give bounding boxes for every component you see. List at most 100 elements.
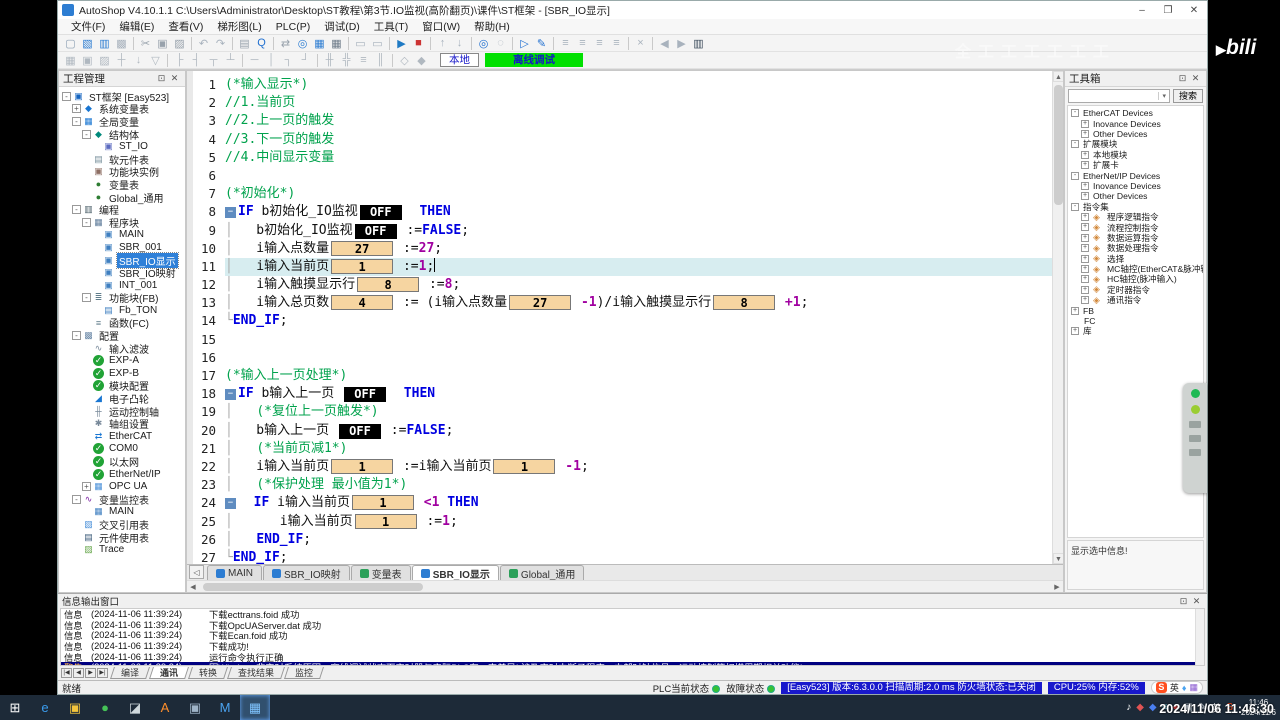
- monitor-value-box[interactable]: 1: [351, 495, 414, 511]
- toolbox-tree-item[interactable]: + ◈ 通讯指令: [1068, 295, 1203, 305]
- mic-icon[interactable]: ♦: [1182, 683, 1187, 693]
- output-tab-查找结果[interactable]: 查找结果: [227, 667, 286, 679]
- scrollbar-thumb[interactable]: [1054, 85, 1063, 205]
- editor-tab-SBR_IO显示[interactable]: SBR_IO显示: [411, 565, 499, 581]
- project-tree-item[interactable]: ∿ 输入滤波: [59, 342, 185, 356]
- monitor-value-box[interactable]: 4: [331, 295, 394, 311]
- toolbar-icon[interactable]: Q: [253, 36, 270, 51]
- menu-item-l[interactable]: 梯形图(L): [210, 19, 268, 34]
- toolbar-icon[interactable]: ↷: [212, 36, 229, 51]
- project-tree-item[interactable]: ▤ 元件使用表: [59, 531, 185, 545]
- toolbox-tree-item[interactable]: + 库: [1068, 326, 1203, 336]
- toolbar-icon[interactable]: ▦: [62, 53, 79, 68]
- monitor-value-box[interactable]: 8: [357, 277, 420, 293]
- monitor-value-box[interactable]: 1: [331, 458, 394, 474]
- expand-icon[interactable]: +: [1081, 213, 1089, 222]
- scroll-left-icon[interactable]: ◀: [187, 583, 199, 591]
- toolbar-icon[interactable]: ◎: [294, 36, 311, 51]
- toolbar-icon[interactable]: ▦: [311, 36, 328, 51]
- toolbar-icon[interactable]: ◌: [492, 36, 509, 51]
- tray-icon[interactable]: ◆: [1136, 702, 1144, 713]
- editor-tab-Global_通用[interactable]: Global_通用: [499, 565, 585, 581]
- expand-icon[interactable]: +: [1081, 181, 1089, 190]
- menu-item-d[interactable]: 调试(D): [317, 19, 367, 34]
- project-tree-item[interactable]: ✓ 以太网: [59, 455, 185, 469]
- widget-button[interactable]: [1189, 421, 1201, 428]
- collapse-icon[interactable]: -: [1071, 109, 1079, 118]
- code-line[interactable]: 3 //2.上一页的触发: [193, 112, 1052, 130]
- widget-button[interactable]: [1189, 435, 1201, 442]
- project-tree-item[interactable]: - ≣ 功能块(FB): [59, 292, 185, 305]
- toolbar-icon[interactable]: ╫: [321, 53, 338, 68]
- toolbar-icon[interactable]: ▭: [369, 36, 386, 51]
- toolbar-icon[interactable]: ▨: [96, 53, 113, 68]
- toolbar-icon[interactable]: ┬: [205, 53, 222, 68]
- expand-icon[interactable]: +: [1081, 275, 1089, 284]
- toolbar-icon[interactable]: ≡: [591, 36, 608, 51]
- project-tree-item[interactable]: - ▦ 程序块: [59, 216, 185, 230]
- toolbar-icon[interactable]: ✂: [137, 36, 154, 51]
- menu-item-t[interactable]: 工具(T): [367, 19, 415, 34]
- toolbar-icon[interactable]: ×: [632, 36, 649, 51]
- scroll-down-icon[interactable]: ▼: [1053, 553, 1063, 564]
- toolbar-icon[interactable]: ■: [410, 36, 427, 51]
- toolbar-icon[interactable]: ⇄: [277, 36, 294, 51]
- project-tree-item[interactable]: ≡ 函数(FC): [59, 317, 185, 331]
- collapse-icon[interactable]: -: [1071, 202, 1079, 211]
- code-line[interactable]: 16: [193, 349, 1052, 367]
- collapse-icon[interactable]: -: [72, 331, 81, 341]
- expand-icon[interactable]: +: [1081, 244, 1089, 253]
- code-line[interactable]: 21 │ (*当前页减1*): [193, 440, 1052, 458]
- monitor-off-box[interactable]: OFF: [359, 205, 402, 221]
- expand-icon[interactable]: +: [1071, 327, 1079, 336]
- expand-icon[interactable]: +: [1081, 150, 1089, 159]
- scroll-up-icon[interactable]: ▲: [1053, 71, 1063, 82]
- toolbar-icon[interactable]: ▭: [352, 36, 369, 51]
- project-tree-item[interactable]: ▣ MAIN: [59, 229, 185, 242]
- code-line[interactable]: 17 (*输入上一页处理*): [193, 367, 1052, 385]
- monitor-value-box[interactable]: 1: [493, 458, 556, 474]
- toolbar-icon[interactable]: ≡: [574, 36, 591, 51]
- fold-marker[interactable]: −: [225, 389, 236, 401]
- monitor-value-box[interactable]: 8: [713, 295, 776, 311]
- editor-tab-MAIN[interactable]: MAIN: [207, 565, 262, 580]
- ime-lang-indicator[interactable]: 英: [1170, 681, 1179, 694]
- menu-item-v[interactable]: 查看(V): [161, 19, 210, 34]
- toolbox-tree-item[interactable]: - 扩展模块: [1068, 139, 1203, 149]
- toolbar-icon[interactable]: ▩: [113, 36, 130, 51]
- monitor-off-box[interactable]: OFF: [338, 423, 381, 439]
- toolbar-icon[interactable]: ┘: [297, 53, 314, 68]
- collapse-icon[interactable]: -: [1071, 171, 1079, 180]
- collapse-icon[interactable]: -: [72, 116, 81, 126]
- menu-item-e[interactable]: 编辑(E): [112, 19, 161, 34]
- collapse-icon[interactable]: -: [82, 217, 91, 227]
- toolbar-icon[interactable]: ┼: [113, 53, 130, 68]
- scrollbar-thumb[interactable]: [203, 582, 423, 591]
- toolbar-icon[interactable]: ┐: [280, 53, 297, 68]
- code-area[interactable]: 1 (*输入显示*) 2 //1.当前页 3 //2.上一页的触发 4 //3.下一页的触发 5…: [193, 71, 1052, 564]
- monitor-value-box[interactable]: 27: [331, 240, 394, 256]
- toolbar-icon[interactable]: ▦: [328, 36, 345, 51]
- code-line[interactable]: 22 │ i输入当前页 1 :=i输入当前页 1 -1;: [193, 458, 1052, 476]
- tab-scroll-left-icon[interactable]: ◁: [189, 565, 204, 579]
- toolbar-icon[interactable]: ↑: [434, 36, 451, 51]
- code-line[interactable]: 7 (*初始化*): [193, 185, 1052, 203]
- toolbox-tree-item[interactable]: + FB: [1068, 305, 1203, 316]
- project-tree-item[interactable]: ● Global_通用: [59, 191, 185, 205]
- menu-item-h[interactable]: 帮助(H): [467, 19, 517, 34]
- fold-marker[interactable]: −: [225, 207, 236, 219]
- code-line[interactable]: 12 │ i输入触摸显示行 8 :=8;: [193, 276, 1052, 294]
- expand-icon[interactable]: +: [1081, 265, 1089, 274]
- output-nav-icon[interactable]: ▶|: [97, 668, 108, 678]
- toolbar-icon[interactable]: ─: [246, 53, 263, 68]
- code-line[interactable]: 9 │ b初始化_IO监视 OFF :=FALSE;: [193, 222, 1052, 240]
- toolbox-tree-item[interactable]: + ◈ 数据处理指令: [1068, 243, 1203, 253]
- minimize-button[interactable]: –: [1129, 5, 1155, 16]
- pin-icon[interactable]: ⊡: [155, 73, 168, 84]
- toolbox-tree-item[interactable]: - EtherCAT Devices: [1068, 108, 1203, 118]
- close-icon[interactable]: ✕: [1190, 596, 1203, 607]
- taskbar-app-icon[interactable]: ▣: [60, 695, 90, 720]
- toolbar-icon[interactable]: ↓: [130, 53, 147, 68]
- toolbox-tree-item[interactable]: + 本地模块: [1068, 150, 1203, 160]
- taskbar-app-icon[interactable]: ▣: [180, 695, 210, 720]
